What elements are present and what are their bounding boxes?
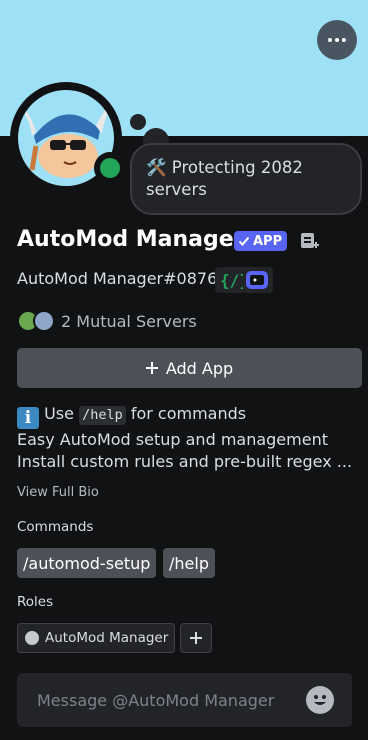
bio-use-prefix: Use bbox=[44, 404, 74, 423]
bio: i Use /help for commands Easy AutoMod se… bbox=[17, 403, 357, 473]
app-badge: APP bbox=[234, 231, 288, 251]
plus-icon bbox=[145, 362, 158, 374]
more-dot-icon bbox=[342, 38, 346, 42]
app-badge-label: APP bbox=[253, 233, 283, 249]
role-label: AutoMod Manager bbox=[45, 630, 169, 646]
username: AutoMod Manager#0876 bbox=[17, 269, 218, 288]
emoji-icon[interactable] bbox=[306, 686, 334, 714]
more-options-button[interactable] bbox=[317, 20, 357, 60]
add-app-button[interactable]: Add App bbox=[17, 348, 362, 388]
code-braces-badge-icon[interactable]: {/} bbox=[219, 270, 243, 290]
help-command-code: /help bbox=[79, 406, 126, 425]
add-app-label: Add App bbox=[165, 358, 234, 378]
online-status-icon bbox=[100, 158, 120, 178]
view-full-bio-link[interactable]: View Full Bio bbox=[17, 485, 99, 500]
active-developer-badge-icon[interactable] bbox=[245, 270, 269, 290]
role-color-icon bbox=[25, 631, 39, 645]
add-role-button[interactable] bbox=[180, 623, 212, 653]
custom-status: 🛠️ Protecting 2082 servers bbox=[130, 143, 362, 215]
command-chip[interactable]: /help bbox=[163, 548, 215, 578]
display-name: AutoMod Manager bbox=[17, 227, 245, 252]
status-indicator bbox=[94, 152, 126, 184]
bio-use-suffix: for commands bbox=[130, 404, 247, 423]
svg-text:{/}: {/} bbox=[220, 271, 243, 290]
mutual-servers[interactable]: 2 Mutual Servers bbox=[17, 310, 197, 332]
info-icon: i bbox=[17, 407, 39, 429]
add-note-icon[interactable] bbox=[298, 230, 320, 252]
plus-icon bbox=[190, 632, 202, 644]
message-input[interactable]: Message @AutoMod Manager bbox=[17, 673, 352, 727]
roles-heading: Roles bbox=[17, 594, 54, 610]
profile-badges: {/} bbox=[215, 267, 273, 293]
bio-line: Install custom rules and pre-built regex… bbox=[17, 452, 353, 471]
command-chip[interactable]: /automod-setup bbox=[17, 548, 157, 578]
bio-line: Easy AutoMod setup and management bbox=[17, 430, 328, 449]
mutual-servers-label: 2 Mutual Servers bbox=[61, 311, 197, 331]
more-dot-icon bbox=[335, 38, 339, 42]
commands-heading: Commands bbox=[17, 519, 94, 535]
role-chip[interactable]: AutoMod Manager bbox=[17, 623, 175, 653]
checkmark-icon bbox=[238, 236, 250, 246]
bubble-tail bbox=[130, 114, 146, 130]
server-icon bbox=[33, 310, 55, 332]
more-dot-icon bbox=[328, 38, 332, 42]
avatar[interactable] bbox=[10, 82, 126, 194]
